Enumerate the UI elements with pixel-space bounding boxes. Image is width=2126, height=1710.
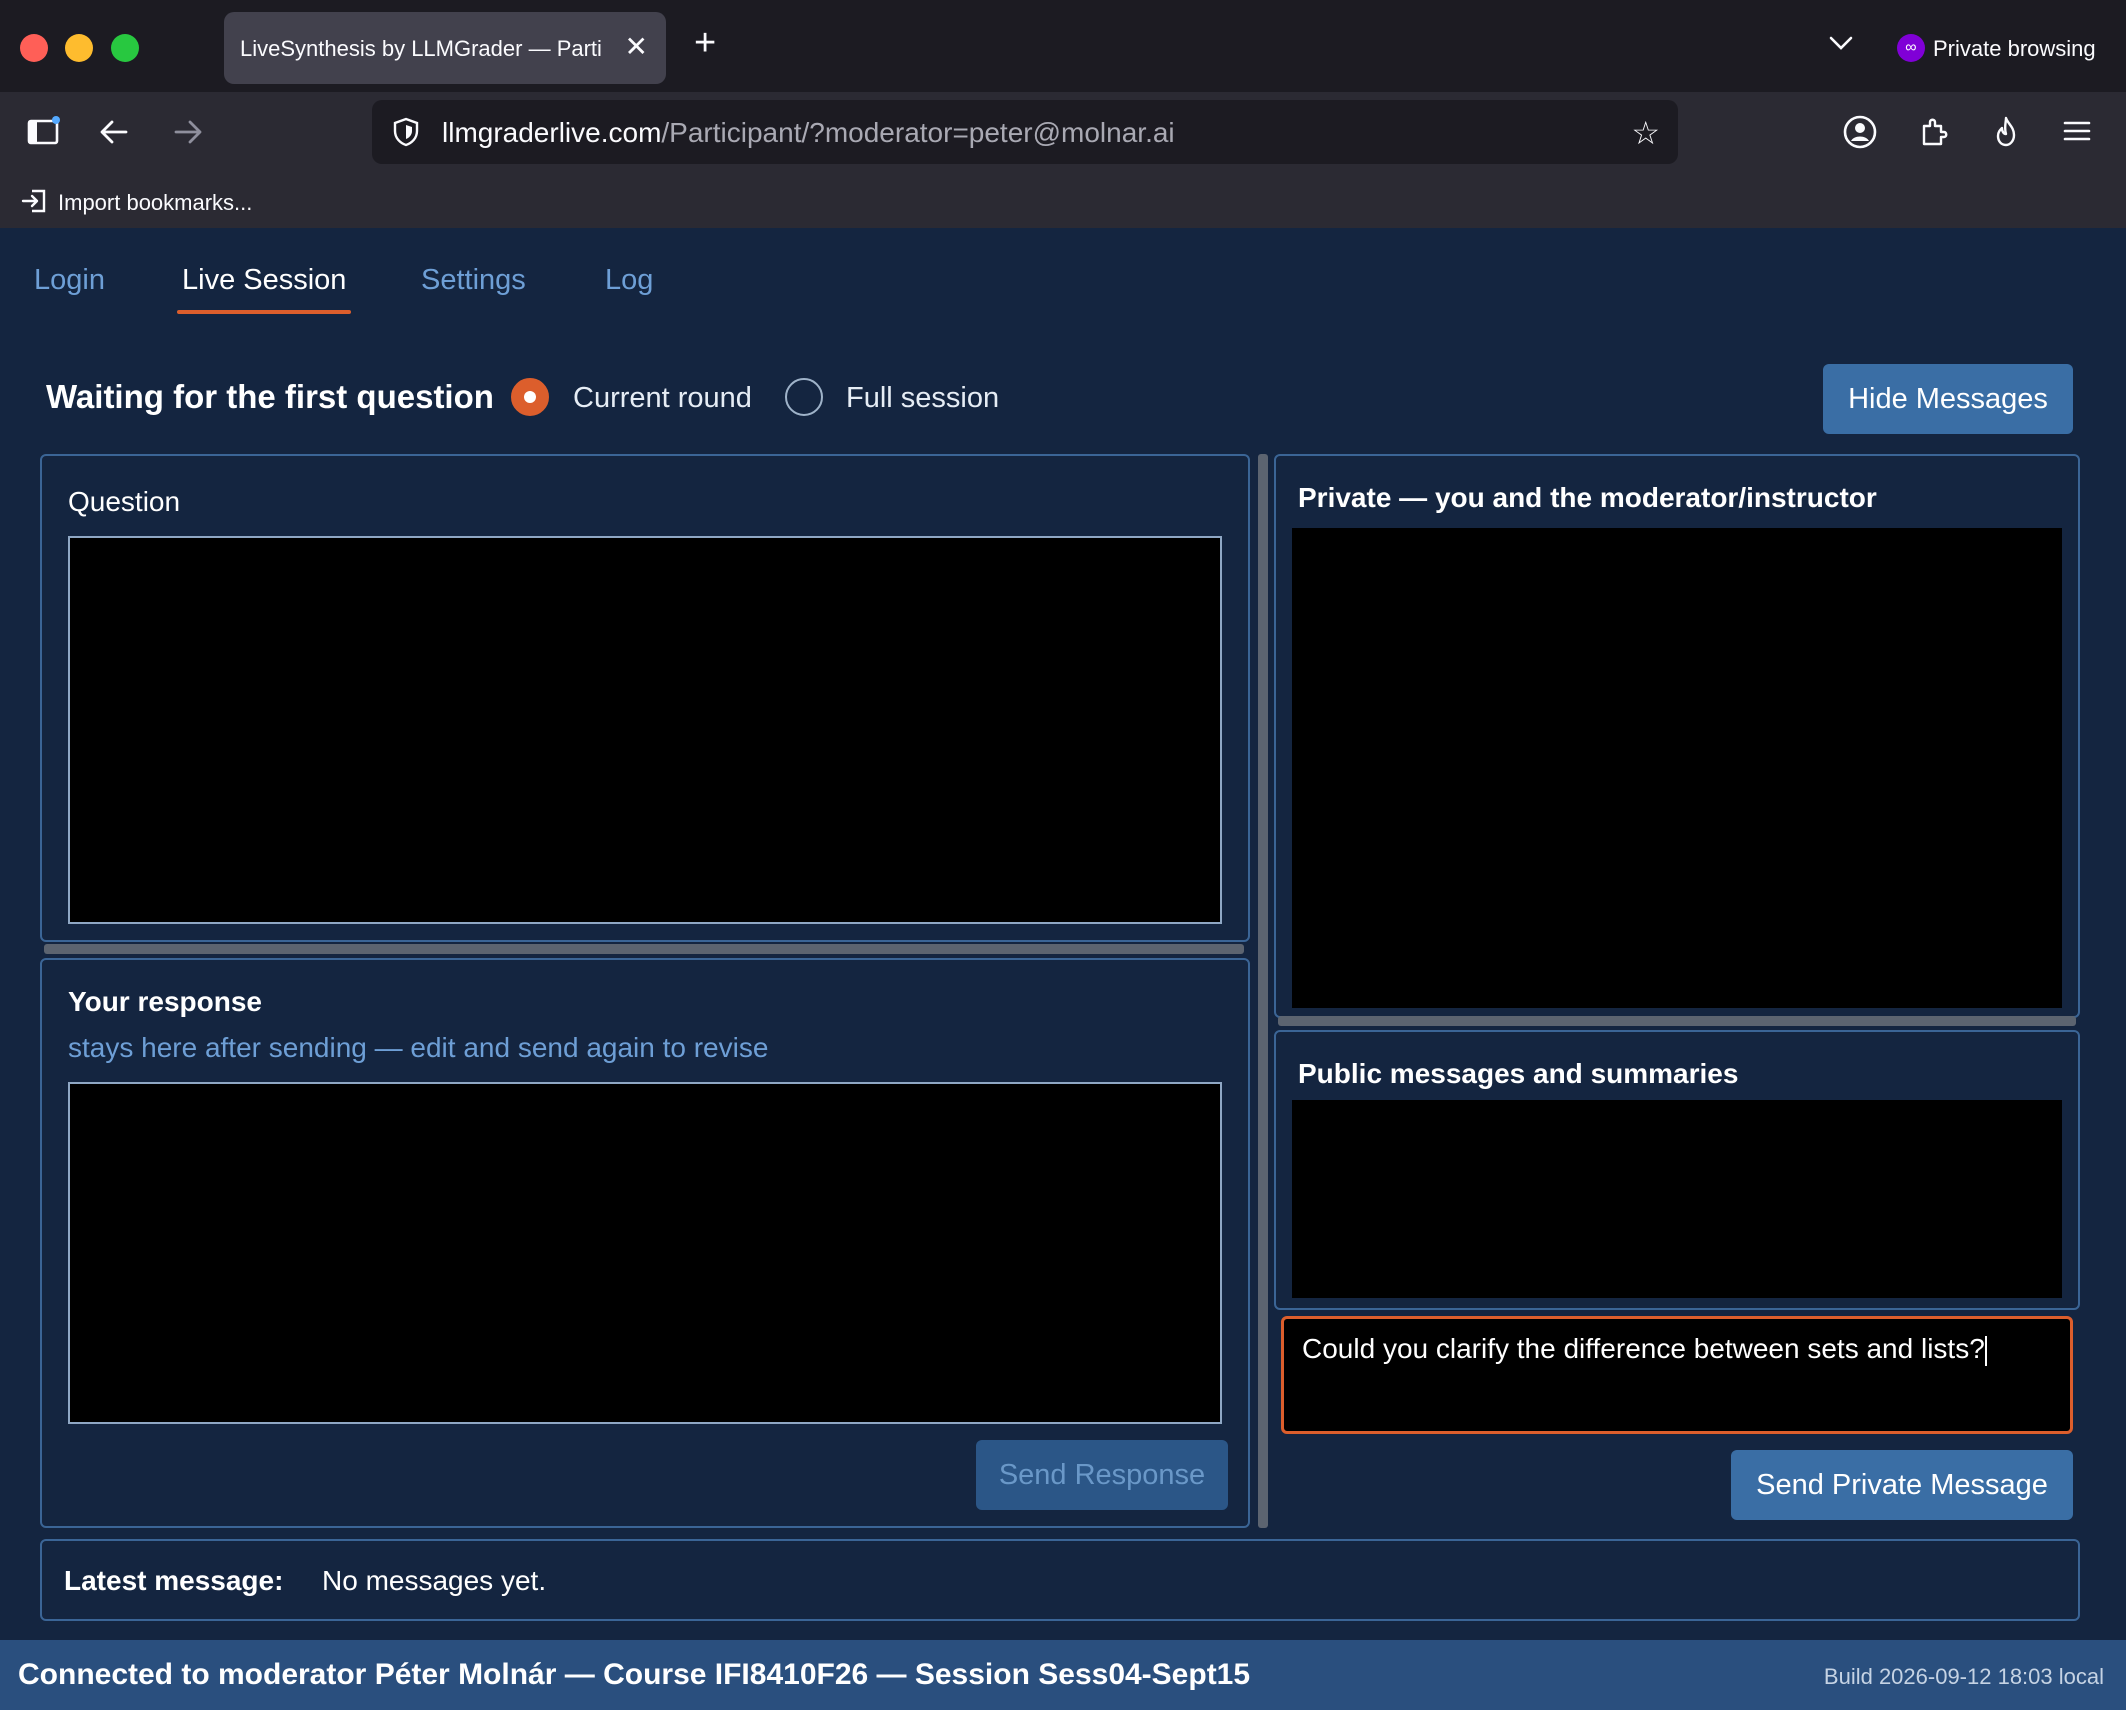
question-panel: Question bbox=[40, 454, 1250, 942]
response-panel: Your response stays here after sending —… bbox=[40, 958, 1250, 1528]
latest-message-label: Latest message: bbox=[64, 1565, 284, 1596]
text-caret bbox=[1984, 1335, 1987, 1366]
browser-tab-active[interactable]: LiveSynthesis by LLMGrader — Parti ✕ bbox=[224, 12, 666, 84]
public-messages-panel: Public messages and summaries bbox=[1274, 1030, 2080, 1310]
connection-status: Connected to moderator Péter Molnár — Co… bbox=[18, 1658, 1251, 1691]
zoom-window-button[interactable] bbox=[111, 34, 139, 62]
public-panel-title: Public messages and summaries bbox=[1298, 1058, 1739, 1089]
question-panel-title: Question bbox=[68, 486, 181, 517]
back-arrow-icon[interactable] bbox=[98, 116, 130, 156]
tab-login[interactable]: Login bbox=[34, 264, 105, 297]
private-messages-display bbox=[1292, 528, 2062, 1008]
url-host: llmgraderlive.com bbox=[442, 117, 662, 148]
account-icon[interactable] bbox=[1842, 114, 1878, 158]
url-path: /Participant/?moderator=peter@molnar.ai bbox=[661, 117, 1175, 148]
tab-settings[interactable]: Settings bbox=[421, 264, 526, 297]
status-footer: Connected to moderator Péter Molnár — Co… bbox=[0, 1640, 2126, 1710]
url-text[interactable]: llmgraderlive.com/Participant/?moderator… bbox=[442, 117, 1175, 149]
tab-live-session[interactable]: Live Session bbox=[182, 264, 346, 297]
close-tab-icon[interactable]: ✕ bbox=[625, 30, 648, 63]
bookmark-star-icon[interactable]: ☆ bbox=[1631, 114, 1660, 152]
send-response-button[interactable]: Send Response bbox=[976, 1440, 1228, 1510]
latest-message-value: No messages yet. bbox=[322, 1565, 547, 1596]
new-tab-icon[interactable]: + bbox=[694, 22, 716, 65]
url-bar[interactable]: llmgraderlive.com/Participant/?moderator… bbox=[372, 100, 1678, 164]
hamburger-menu-icon[interactable] bbox=[2060, 114, 2094, 156]
private-browsing-label: Private browsing bbox=[1933, 36, 2096, 61]
response-textarea[interactable] bbox=[68, 1082, 1222, 1424]
latest-message-bar: Latest message: No messages yet. bbox=[40, 1539, 2080, 1621]
response-panel-subtitle: stays here after sending — edit and send… bbox=[68, 1032, 769, 1063]
question-response-splitter[interactable] bbox=[44, 944, 1244, 954]
bookmarks-toolbar: Import bookmarks... bbox=[0, 180, 2126, 228]
active-tab-indicator bbox=[177, 310, 351, 314]
hide-messages-button[interactable]: Hide Messages bbox=[1823, 364, 2073, 434]
public-messages-display bbox=[1292, 1100, 2062, 1298]
tracking-protection-shield-icon[interactable] bbox=[390, 116, 422, 153]
forward-arrow-icon[interactable] bbox=[172, 116, 204, 156]
app-main: Login Live Session Settings Log Waiting … bbox=[0, 228, 2126, 1710]
radio-current-round[interactable] bbox=[511, 378, 549, 416]
browser-window: LiveSynthesis by LLMGrader — Parti ✕ + ∞… bbox=[0, 0, 2126, 1710]
send-private-message-button[interactable]: Send Private Message bbox=[1731, 1450, 2073, 1520]
radio-current-round-label[interactable]: Current round bbox=[573, 382, 752, 415]
radio-full-session-label[interactable]: Full session bbox=[846, 382, 999, 415]
private-message-input[interactable]: Could you clarify the difference between… bbox=[1281, 1316, 2073, 1434]
left-right-splitter[interactable] bbox=[1258, 454, 1268, 1528]
import-bookmarks-icon[interactable] bbox=[20, 186, 50, 221]
question-display bbox=[68, 536, 1222, 924]
import-bookmarks-link[interactable]: Import bookmarks... bbox=[58, 190, 252, 216]
minimize-window-button[interactable] bbox=[65, 34, 93, 62]
build-info: Build 2026-09-12 18:03 local bbox=[1823, 1664, 2104, 1689]
session-status-title: Waiting for the first question bbox=[46, 378, 494, 415]
private-panel-title: Private — you and the moderator/instruct… bbox=[1298, 482, 1877, 513]
browser-tab-title: LiveSynthesis by LLMGrader — Parti bbox=[240, 36, 602, 61]
browser-titlebar: LiveSynthesis by LLMGrader — Parti ✕ + ∞… bbox=[0, 0, 2126, 92]
list-tabs-chevron-down-icon[interactable] bbox=[1826, 28, 1856, 63]
browser-navbar: llmgraderlive.com/Participant/?moderator… bbox=[0, 92, 2126, 180]
private-message-input-text: Could you clarify the difference between… bbox=[1302, 1333, 1985, 1364]
extensions-puzzle-icon[interactable] bbox=[1916, 114, 1952, 158]
private-messages-panel: Private — you and the moderator/instruct… bbox=[1274, 454, 2080, 1018]
sidebar-toggle-icon[interactable] bbox=[26, 114, 60, 156]
response-panel-title: Your response bbox=[68, 986, 262, 1017]
flame-icon[interactable] bbox=[1988, 114, 2024, 158]
radio-full-session[interactable] bbox=[785, 378, 823, 416]
private-browsing-mask-icon: ∞ bbox=[1897, 34, 1925, 62]
tab-log[interactable]: Log bbox=[605, 264, 653, 297]
private-public-splitter[interactable] bbox=[1278, 1016, 2076, 1026]
close-window-button[interactable] bbox=[20, 34, 48, 62]
